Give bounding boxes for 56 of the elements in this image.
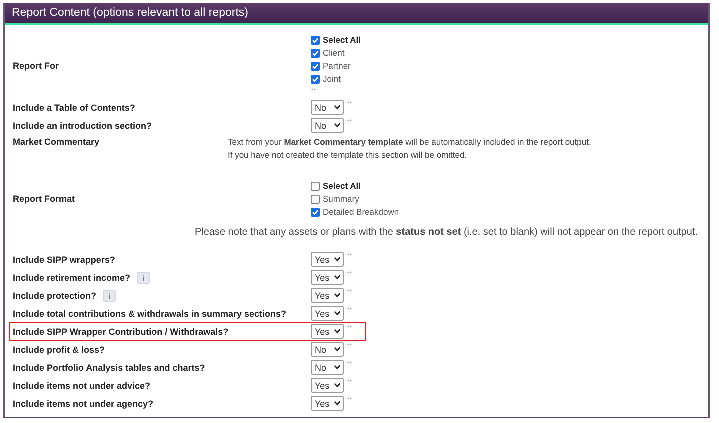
checkbox[interactable] <box>311 208 320 216</box>
field-label: Include SIPP Wrapper Contribution / Withdrawals? <box>13 326 229 336</box>
field-label: Report For <box>13 61 59 71</box>
dropdown[interactable]: Yes <box>311 252 344 267</box>
field-label: Include items not under agency? <box>13 398 154 408</box>
checkbox[interactable] <box>311 182 320 190</box>
checkbox[interactable] <box>311 36 320 44</box>
help-text: Text from your Market Commentary template will be automatically included in the report output. <box>228 137 592 147</box>
dropdown[interactable]: Yes <box>311 378 344 393</box>
dropdown[interactable]: Yes <box>311 324 344 339</box>
field-label: Include SIPP wrappers? <box>13 254 116 264</box>
caret-icon <box>334 293 341 298</box>
field-label: Include Portfolio Analysis tables and charts? <box>13 362 206 372</box>
caret-icon <box>334 311 341 316</box>
checkbox[interactable] <box>311 62 320 70</box>
notice-text: Please note that any assets or plans with the status not set (i.e. set to blank) will not appear on the report output. <box>194 227 698 238</box>
checkbox-label: Partner <box>323 61 351 71</box>
field-label: Include total contributions & withdrawals in summary sections? <box>13 308 287 318</box>
dropdown[interactable]: Yes <box>311 306 344 321</box>
caret-icon <box>334 347 341 352</box>
field-label: Market Commentary <box>13 137 101 147</box>
info-button[interactable] <box>102 290 116 302</box>
field-label: Include protection? <box>13 290 97 300</box>
caret-icon <box>334 123 341 128</box>
dropdown[interactable]: No <box>311 118 344 133</box>
field-label: Include items not under advice? <box>13 380 151 390</box>
field-label: Include retirement income? <box>13 272 131 282</box>
field-label: Include profit & loss? <box>13 344 106 354</box>
checkbox-label: Client <box>323 48 345 58</box>
checkbox-label: Joint <box>323 74 341 84</box>
field-label: Include an introduction section? <box>13 120 152 130</box>
caret-icon <box>334 329 341 334</box>
dropdown[interactable]: No <box>311 100 344 115</box>
checkbox-label: Select All <box>323 35 361 45</box>
dropdown[interactable]: No <box>311 342 344 357</box>
caret-icon <box>334 275 341 280</box>
checkbox-label: Select All <box>323 181 361 191</box>
dropdown[interactable]: Yes <box>311 396 344 411</box>
checkbox[interactable] <box>311 194 320 204</box>
checkbox-label: Detailed Breakdown <box>323 207 400 217</box>
panel-header: Report Content (options relevant to all reports) <box>5 4 708 25</box>
caret-icon <box>334 383 341 388</box>
field-label: Report Format <box>13 194 76 204</box>
caret-icon <box>334 105 341 110</box>
help-text: If you have not created the template this section will be omitted. <box>228 150 468 160</box>
caret-icon <box>334 257 341 262</box>
dropdown[interactable]: Yes <box>311 288 344 303</box>
checkbox[interactable] <box>311 48 320 58</box>
field-label: Include a Table of Contents? <box>13 102 136 112</box>
dropdown[interactable]: No <box>311 360 344 375</box>
checkbox-label: Summary <box>323 194 360 204</box>
caret-icon <box>334 365 341 370</box>
dropdown[interactable]: Yes <box>311 270 344 285</box>
checkbox[interactable] <box>311 74 320 84</box>
caret-icon <box>334 401 341 406</box>
info-button[interactable] <box>136 272 150 284</box>
